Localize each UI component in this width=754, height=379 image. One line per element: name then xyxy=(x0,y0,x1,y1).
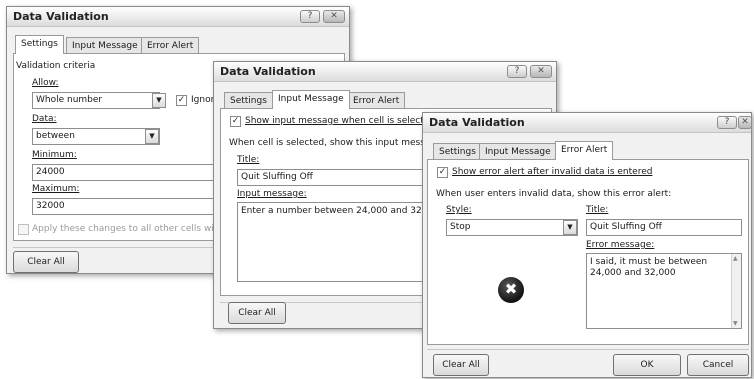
dialog-title: Data Validation xyxy=(13,10,109,23)
validation-criteria-label: Validation criteria xyxy=(16,61,96,71)
allow-label: Allow: xyxy=(32,78,59,88)
ignore-blank-checkbox[interactable]: ✓ xyxy=(176,95,187,106)
divider xyxy=(427,349,749,350)
show-input-message-checkbox[interactable]: ✓ xyxy=(230,116,241,127)
show-error-alert-checkbox[interactable]: ✓ xyxy=(437,167,448,178)
clear-all-button[interactable]: Clear All xyxy=(433,354,489,376)
style-label: Style: xyxy=(446,205,472,215)
minimum-label: Minimum: xyxy=(32,150,77,160)
dialog-title: Data Validation xyxy=(220,65,316,78)
title-label: Title: xyxy=(237,155,260,165)
close-button[interactable]: ✕ xyxy=(323,10,345,23)
scroll-down-icon[interactable]: ▼ xyxy=(733,320,738,327)
chevron-down-icon[interactable]: ▼ xyxy=(563,220,577,235)
tab-input-message[interactable]: Input Message xyxy=(66,37,144,54)
close-button[interactable]: ✕ xyxy=(530,65,552,78)
tab-error-alert[interactable]: Error Alert xyxy=(347,92,406,109)
clear-all-button[interactable]: Clear All xyxy=(228,302,286,324)
show-input-message-label: Show input message when cell is selected xyxy=(245,116,436,126)
error-message-textarea[interactable]: I said, it must be between 24,000 and 32… xyxy=(586,253,742,329)
help-button[interactable]: ? xyxy=(507,65,527,78)
data-select[interactable]: between xyxy=(32,128,160,145)
tab-error-alert[interactable]: Error Alert xyxy=(141,37,200,54)
tab-settings[interactable]: Settings xyxy=(433,143,482,160)
when-selected-label: When cell is selected, show this input m… xyxy=(229,138,442,148)
title-bar[interactable]: Data Validation ? ✕ xyxy=(423,113,752,133)
close-button[interactable]: ✕ xyxy=(738,116,752,129)
show-error-alert-label: Show error alert after invalid data is e… xyxy=(452,167,653,177)
stop-icon: ✖ xyxy=(498,277,524,303)
scroll-up-icon[interactable]: ▲ xyxy=(733,255,738,262)
dialog-title: Data Validation xyxy=(429,116,525,129)
style-select[interactable]: Stop xyxy=(446,219,578,236)
maximum-input[interactable]: 32000 xyxy=(32,198,217,215)
title-bar[interactable]: Data Validation ? ✕ xyxy=(7,7,349,27)
chevron-down-icon[interactable]: ▼ xyxy=(152,93,166,108)
tab-input-message[interactable]: Input Message xyxy=(272,90,350,109)
chevron-down-icon[interactable]: ▼ xyxy=(145,129,159,144)
apply-all-label: Apply these changes to all other cells w… xyxy=(32,224,231,234)
error-message-label: Error message: xyxy=(586,240,655,250)
tab-error-alert[interactable]: Error Alert xyxy=(555,141,614,160)
ok-button[interactable]: OK xyxy=(613,354,681,376)
help-button[interactable]: ? xyxy=(300,10,320,23)
data-validation-dialog-error-alert: Data Validation ? ✕ Settings Input Messa… xyxy=(422,112,752,378)
when-invalid-label: When user enters invalid data, show this… xyxy=(436,189,672,199)
minimum-input[interactable]: 24000 xyxy=(32,164,217,181)
clear-all-button[interactable]: Clear All xyxy=(13,251,79,273)
cancel-button[interactable]: Cancel xyxy=(687,354,749,376)
tab-input-message[interactable]: Input Message xyxy=(479,143,557,160)
allow-select[interactable]: Whole number xyxy=(32,92,160,109)
title-input[interactable]: Quit Sluffing Off xyxy=(586,219,742,236)
data-label: Data: xyxy=(32,114,57,124)
help-button[interactable]: ? xyxy=(717,116,737,129)
input-message-label: Input message: xyxy=(237,189,307,199)
title-label: Title: xyxy=(586,205,609,215)
tab-settings[interactable]: Settings xyxy=(15,35,64,54)
maximum-label: Maximum: xyxy=(32,184,80,194)
apply-all-checkbox[interactable] xyxy=(18,224,29,235)
scrollbar[interactable]: ▲ ▼ xyxy=(731,254,741,328)
error-alert-panel: ✓ Show error alert after invalid data is… xyxy=(427,159,749,345)
title-bar[interactable]: Data Validation ? ✕ xyxy=(214,62,556,82)
tab-settings[interactable]: Settings xyxy=(224,92,273,109)
